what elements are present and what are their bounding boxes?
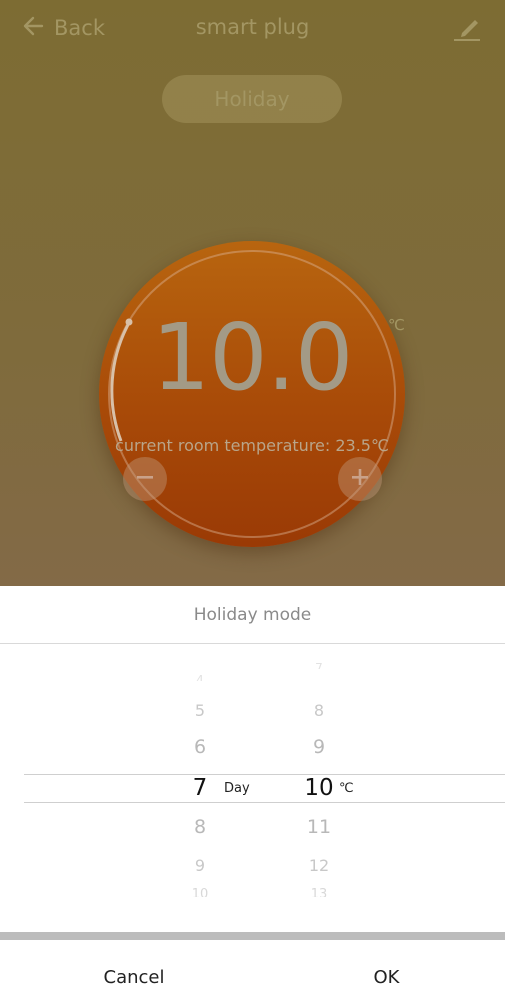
holiday-mode-sheet: Holiday mode 4 5 6 7 8 9 10 Day 7 8 9 10… bbox=[0, 586, 505, 1000]
selected-day[interactable]: 7 bbox=[180, 775, 220, 801]
selection-line-bottom bbox=[24, 802, 505, 803]
temp-option[interactable]: 9 bbox=[299, 736, 339, 758]
sheet-divider bbox=[0, 932, 505, 940]
selected-temperature[interactable]: 10 bbox=[299, 775, 339, 801]
picker: 4 5 6 7 8 9 10 Day 7 8 9 10 11 12 13 ℃ bbox=[0, 643, 505, 931]
top-bar: Back smart plug bbox=[0, 0, 505, 56]
selection-line-top bbox=[24, 774, 505, 775]
page-title: smart plug bbox=[195, 15, 310, 39]
temperature-unit: ℃ bbox=[339, 781, 354, 796]
day-option[interactable]: 5 bbox=[180, 701, 220, 720]
temp-option[interactable]: 11 bbox=[299, 816, 339, 838]
day-option[interactable]: 6 bbox=[180, 736, 220, 758]
temp-option[interactable]: 12 bbox=[299, 856, 339, 875]
temp-option[interactable]: 13 bbox=[299, 887, 339, 897]
day-option[interactable]: 4 bbox=[180, 673, 220, 681]
temp-option[interactable]: 7 bbox=[299, 661, 339, 669]
temp-option[interactable]: 8 bbox=[299, 701, 339, 720]
mode-pill[interactable]: Holiday bbox=[162, 75, 342, 123]
sheet-title: Holiday mode bbox=[0, 586, 505, 644]
setpoint-unit: ℃ bbox=[388, 316, 405, 334]
edit-icon bbox=[452, 20, 482, 46]
setpoint-value: 10.0 bbox=[151, 304, 354, 411]
minus-icon bbox=[135, 467, 155, 491]
decrease-button[interactable] bbox=[123, 457, 167, 501]
cancel-button[interactable]: Cancel bbox=[0, 954, 268, 1000]
day-option[interactable]: 10 bbox=[180, 887, 220, 897]
increase-button[interactable] bbox=[338, 457, 382, 501]
plus-icon bbox=[350, 467, 370, 491]
ok-button[interactable]: OK bbox=[268, 954, 505, 1000]
day-option[interactable]: 8 bbox=[180, 816, 220, 838]
edit-button[interactable] bbox=[452, 14, 482, 42]
room-temperature: current room temperature: 23.5℃ bbox=[115, 436, 389, 455]
day-unit: Day bbox=[224, 781, 250, 796]
day-option[interactable]: 9 bbox=[180, 856, 220, 875]
